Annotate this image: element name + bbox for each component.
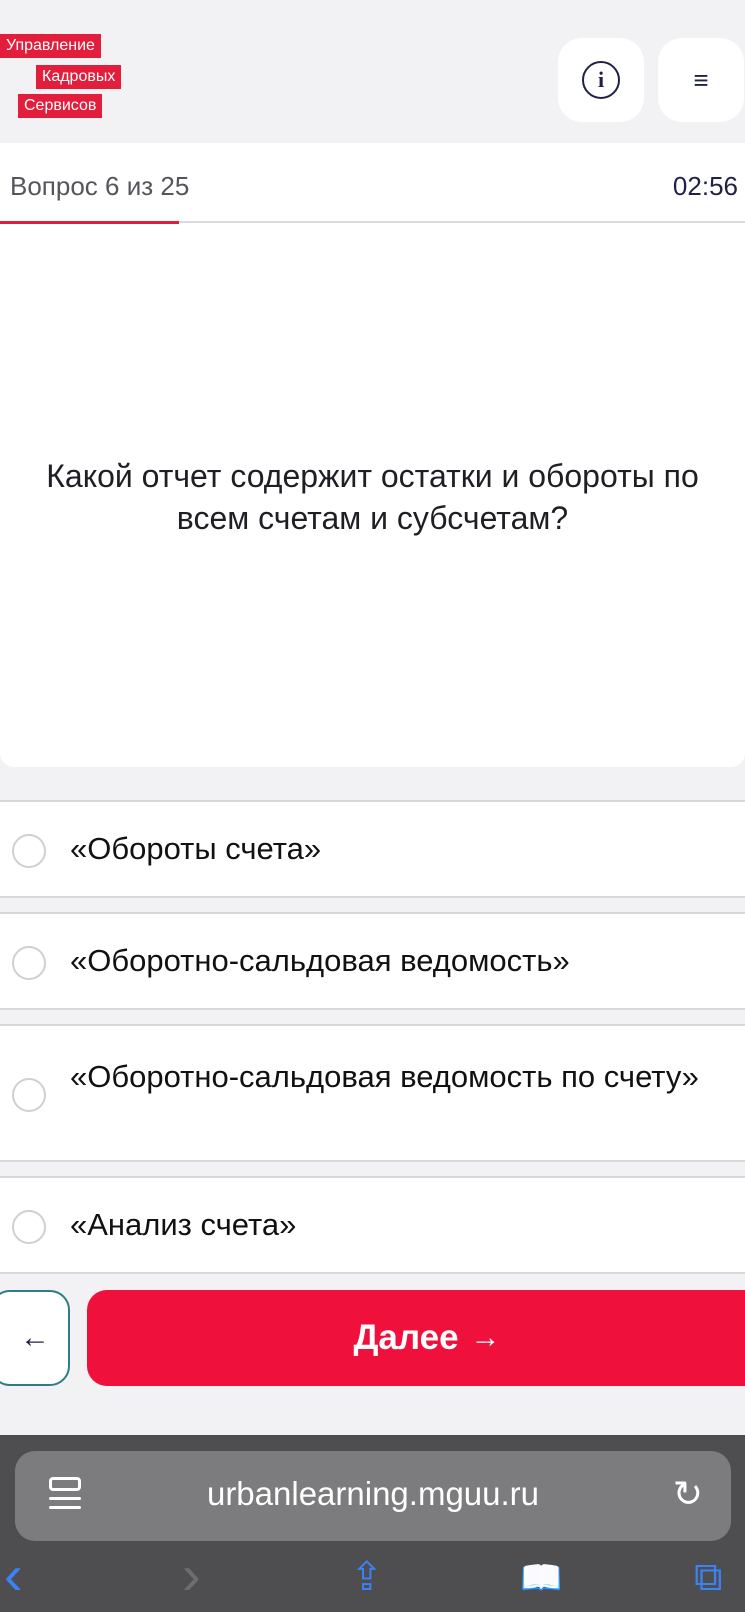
header: Управление Кадровых Сервисов i ≡ xyxy=(0,0,745,150)
progress-fill xyxy=(0,221,179,224)
radio-button[interactable] xyxy=(12,1078,46,1112)
answer-label: «Оборотно-сальдовая ведомость» xyxy=(70,943,570,978)
timer: 02:56 xyxy=(672,171,738,201)
quiz-page: Управление Кадровых Сервисов i ≡ Вопрос … xyxy=(0,0,745,1612)
question-card: Вопрос 6 из 25 02:56 Какой отчет содержи… xyxy=(0,143,745,767)
answer-option-4[interactable]: «Анализ счета» xyxy=(0,1176,745,1274)
browser-toolbar: ‹ › ⇪ 📖 ⧉ xyxy=(0,1547,745,1612)
logo[interactable]: Управление Кадровых Сервисов xyxy=(0,34,150,134)
answer-option-3[interactable]: «Оборотно-сальдовая ведомость по счету» xyxy=(0,1024,745,1162)
question-text: Какой отчет содержит остатки и обороты п… xyxy=(46,458,699,536)
back-button[interactable]: ← xyxy=(0,1290,70,1386)
browser-back-icon[interactable]: ‹ xyxy=(4,1547,23,1603)
logo-line-1: Управление xyxy=(0,34,101,58)
info-button[interactable]: i xyxy=(558,38,644,122)
address-bar[interactable]: urbanlearning.mguu.ru ↻ xyxy=(15,1451,731,1541)
url-text[interactable]: urbanlearning.mguu.ru xyxy=(95,1475,651,1513)
share-icon[interactable]: ⇪ xyxy=(350,1557,384,1597)
bookmarks-icon[interactable]: 📖 xyxy=(520,1561,562,1595)
radio-button[interactable] xyxy=(12,1210,46,1244)
arrow-right-icon: → xyxy=(470,1321,501,1354)
question-counter: Вопрос 6 из 25 xyxy=(10,171,190,201)
answer-label: «Анализ счета» xyxy=(70,1207,297,1242)
answer-label: «Обороты счета» xyxy=(70,831,322,866)
browser-chrome: urbanlearning.mguu.ru ↻ ‹ › ⇪ 📖 ⧉ xyxy=(0,1435,745,1612)
reload-icon[interactable]: ↻ xyxy=(673,1473,703,1515)
info-icon: i xyxy=(582,61,620,99)
radio-button[interactable] xyxy=(12,834,46,868)
radio-button[interactable] xyxy=(12,946,46,980)
answer-option-1[interactable]: «Обороты счета» xyxy=(0,800,745,898)
menu-button[interactable]: ≡ xyxy=(658,38,744,122)
answer-label: «Оборотно-сальдовая ведомость по счету» xyxy=(70,1059,699,1094)
question-header: Вопрос 6 из 25 02:56 xyxy=(0,143,745,224)
arrow-left-icon: ← xyxy=(20,1321,50,1354)
reader-icon[interactable] xyxy=(49,1477,81,1515)
tabs-icon[interactable]: ⧉ xyxy=(694,1557,723,1597)
next-button-label: Далее xyxy=(353,1318,459,1357)
logo-line-2: Кадровых xyxy=(36,65,122,89)
answer-option-2[interactable]: «Оборотно-сальдовая ведомость» xyxy=(0,912,745,1010)
browser-forward-icon[interactable]: › xyxy=(182,1547,201,1603)
menu-icon: ≡ xyxy=(693,65,709,95)
progress-bar xyxy=(0,221,745,224)
logo-line-3: Сервисов xyxy=(18,94,103,118)
next-button[interactable]: Далее → xyxy=(87,1290,745,1386)
